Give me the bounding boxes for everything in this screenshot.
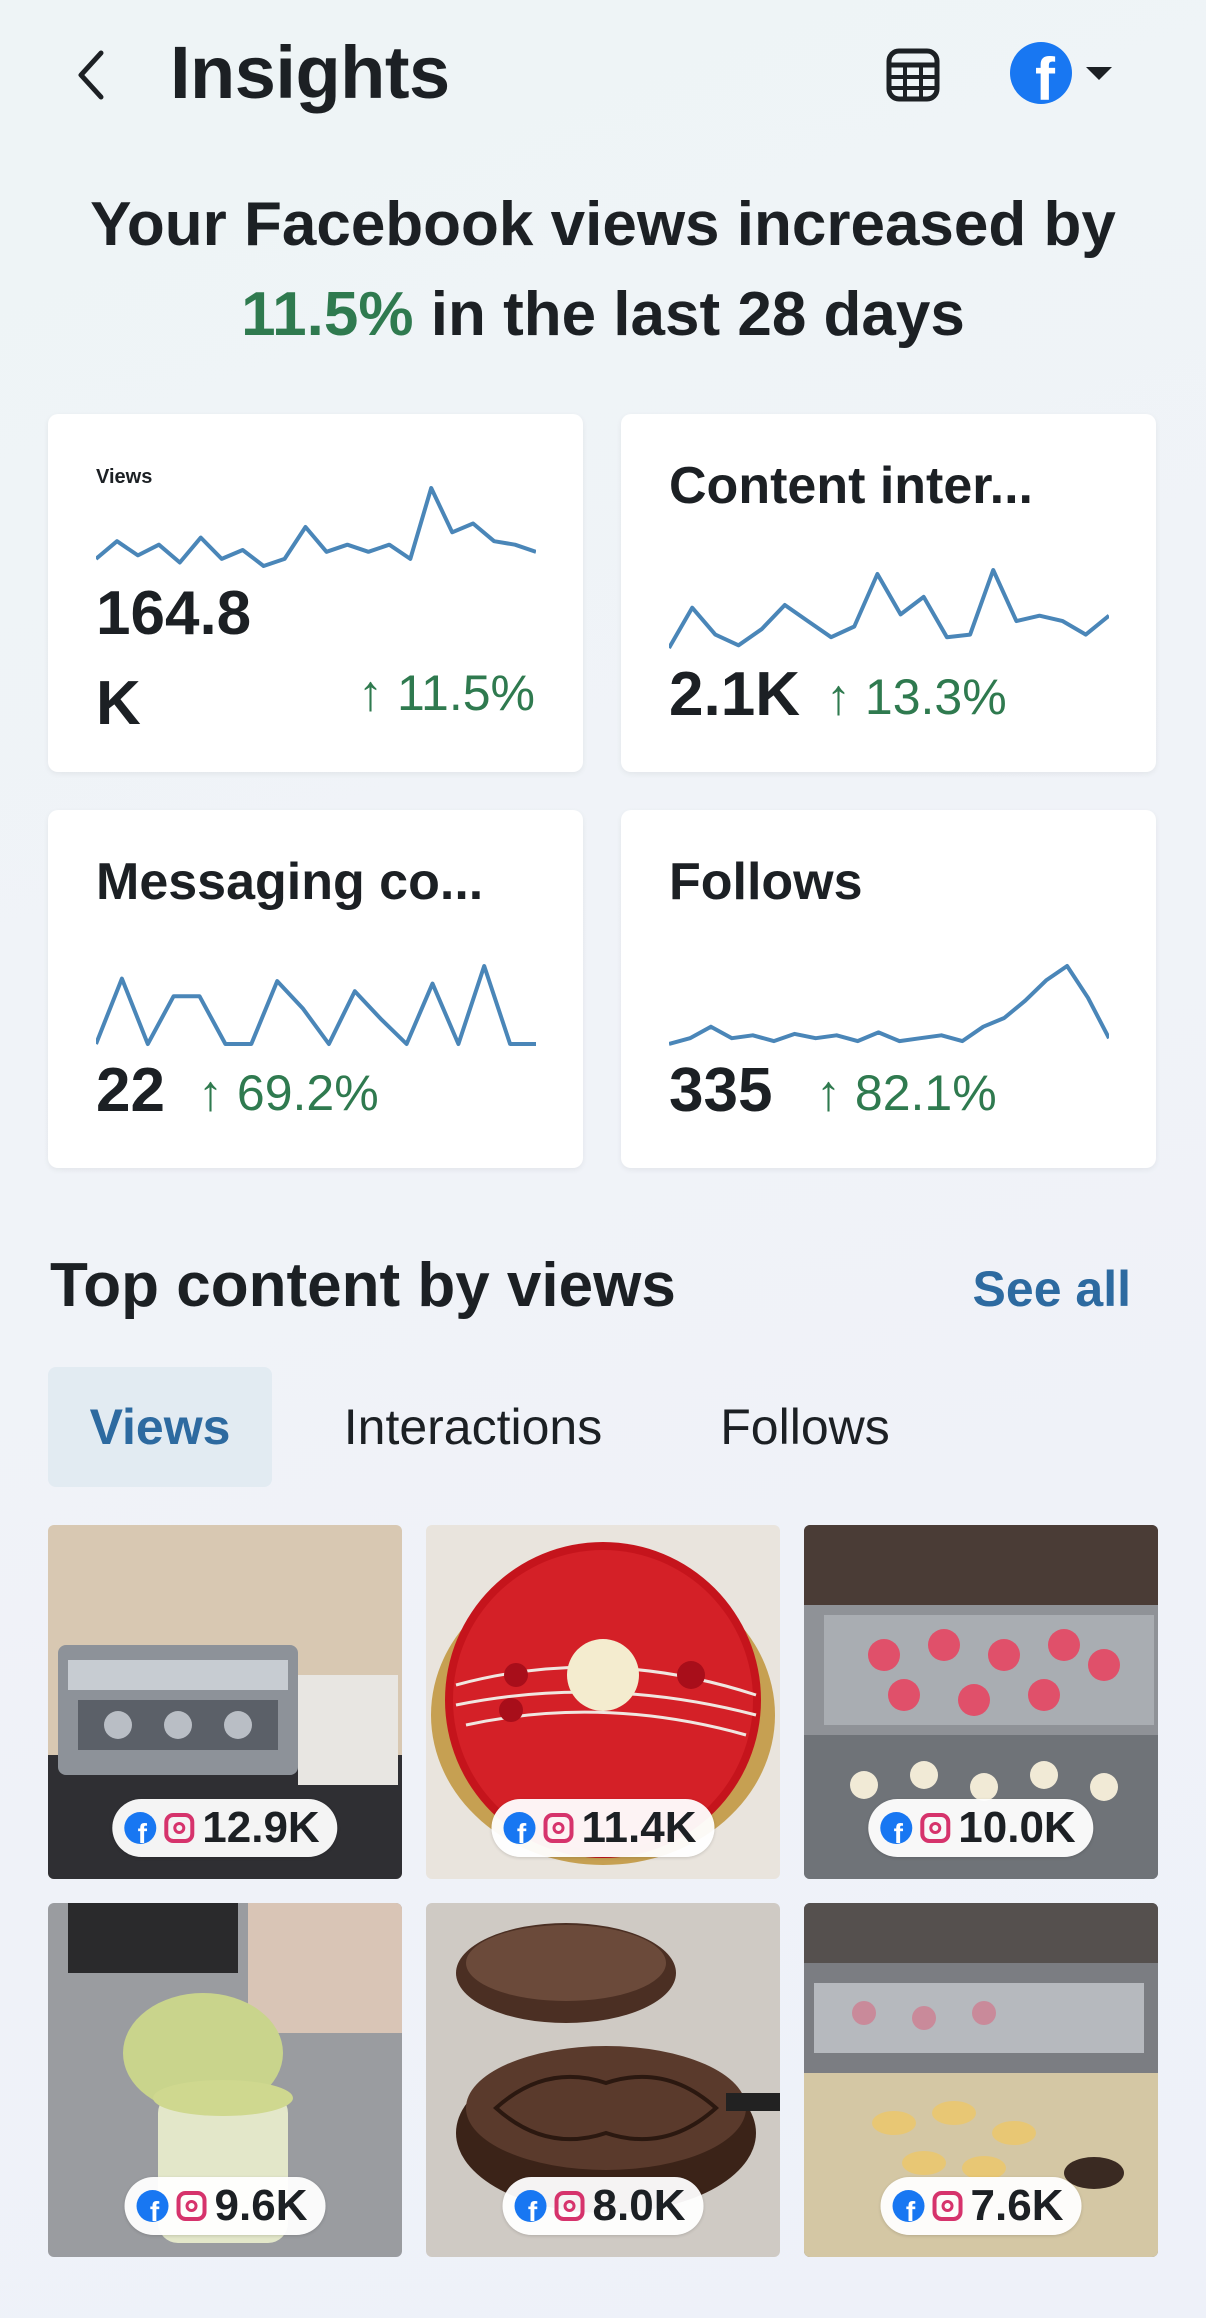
view-count-badge: f 10.0K: [868, 1799, 1094, 1857]
headline-suffix: in the last 28 days: [430, 280, 965, 349]
caret-down-icon: [1086, 66, 1112, 80]
metric-delta: ↑ 13.3%: [826, 669, 1007, 725]
calendar-button[interactable]: [880, 42, 946, 108]
metric-card-follows[interactable]: Follows 335 ↑ 82.1%: [621, 810, 1156, 1168]
content-thumbnail[interactable]: f 12.9K: [48, 1525, 402, 1879]
facebook-icon: f: [514, 2190, 547, 2222]
top-bar: Insights f: [0, 0, 1206, 150]
section-title: Top content by views: [50, 1251, 676, 1320]
facebook-icon: f: [136, 2190, 169, 2222]
metric-value: 164.8 K: [96, 579, 252, 738]
metric-title: Messaging co...: [96, 853, 484, 911]
metric-title: Content inter...: [669, 457, 1033, 515]
facebook-icon: f: [503, 1812, 536, 1844]
metric-card-content-interactions[interactable]: Content inter... 2.1K ↑ 13.3%: [621, 414, 1156, 772]
facebook-icon: f: [880, 1812, 913, 1844]
tab-interactions[interactable]: Interactions: [300, 1367, 646, 1487]
view-count: 12.9K: [202, 1803, 320, 1852]
sparkline: [669, 568, 1109, 649]
facebook-icon: f: [124, 1812, 157, 1844]
instagram-icon: [164, 1813, 195, 1843]
page-title: Insights: [170, 31, 450, 114]
content-thumbnail[interactable]: f 8.0K: [426, 1903, 780, 2257]
view-count-badge: f 12.9K: [112, 1799, 338, 1857]
metric-value: 22: [96, 1056, 165, 1125]
metric-card-views[interactable]: Views 164.8 K ↑ 11.5%: [48, 414, 583, 772]
account-switcher[interactable]: f: [1010, 38, 1130, 108]
view-count: 10.0K: [958, 1803, 1076, 1852]
metric-delta: ↑ 11.5%: [358, 665, 535, 721]
facebook-icon: f: [892, 2190, 925, 2222]
view-count: 11.4K: [581, 1803, 697, 1852]
view-count-badge: f 8.0K: [502, 2177, 704, 2235]
calendar-icon: [886, 48, 940, 102]
metric-delta: ↑ 69.2%: [198, 1065, 379, 1121]
sparkline: [96, 964, 536, 1046]
instagram-icon: [554, 2191, 585, 2221]
content-thumbnail[interactable]: f 9.6K: [48, 1903, 402, 2257]
tab-follows[interactable]: Follows: [680, 1367, 930, 1487]
instagram-icon: [932, 2191, 963, 2221]
metric-value: 335: [669, 1056, 773, 1125]
content-thumbnail[interactable]: f 11.4K: [426, 1525, 780, 1879]
headline-percent: 11.5%: [241, 280, 414, 349]
metric-title: Follows: [669, 853, 863, 911]
metric-delta: ↑ 82.1%: [816, 1065, 997, 1121]
sparkline: [96, 486, 536, 568]
headline-prefix: Your Facebook views increased by: [90, 190, 1116, 259]
metric-value: 2.1K: [669, 660, 800, 729]
chevron-left-icon: [78, 50, 104, 100]
sparkline: [669, 964, 1109, 1046]
content-thumbnail[interactable]: f 7.6K: [804, 1903, 1158, 2257]
view-count-badge: f 7.6K: [880, 2177, 1082, 2235]
tab-views[interactable]: Views: [48, 1367, 272, 1487]
see-all-link[interactable]: See all: [973, 1260, 1131, 1318]
view-count: 9.6K: [214, 2181, 308, 2230]
content-thumbnail[interactable]: f 10.0K: [804, 1525, 1158, 1879]
back-button[interactable]: [60, 40, 120, 110]
insights-headline: Your Facebook views increased by 11.5% i…: [0, 180, 1206, 360]
instagram-icon: [176, 2191, 207, 2221]
metric-card-messaging[interactable]: Messaging co... 22 ↑ 69.2%: [48, 810, 583, 1168]
view-count: 8.0K: [592, 2181, 686, 2230]
facebook-icon: f: [1010, 42, 1072, 104]
view-count-badge: f 9.6K: [124, 2177, 326, 2235]
view-count-badge: f 11.4K: [491, 1799, 715, 1857]
instagram-icon: [920, 1813, 951, 1843]
instagram-icon: [543, 1813, 574, 1843]
view-count: 7.6K: [970, 2181, 1064, 2230]
